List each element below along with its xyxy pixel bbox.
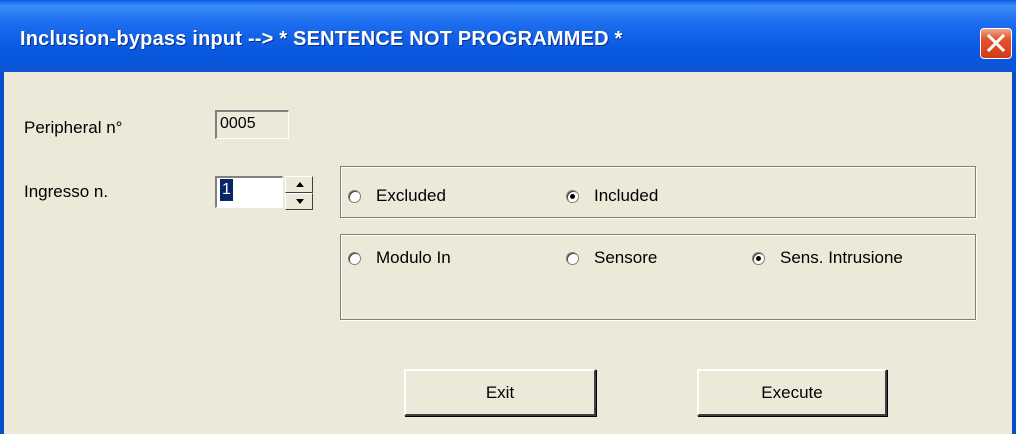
window-border-right bbox=[1012, 72, 1016, 434]
radio-modulo-in-indicator bbox=[348, 251, 361, 265]
radio-sensore-label: Sensore bbox=[594, 248, 658, 267]
radio-included-indicator bbox=[566, 189, 579, 203]
window-border-left bbox=[0, 72, 4, 434]
radio-sensore-indicator bbox=[566, 251, 579, 265]
radio-sensore[interactable]: Sensore bbox=[566, 248, 657, 268]
execute-button[interactable]: Execute bbox=[697, 369, 887, 416]
radio-modulo-in-label: Modulo In bbox=[376, 248, 451, 267]
arrow-down-icon bbox=[296, 199, 304, 204]
close-button[interactable] bbox=[980, 28, 1012, 59]
arrow-up-icon bbox=[296, 182, 304, 187]
radio-included[interactable]: Included bbox=[566, 186, 658, 206]
window-title: Inclusion-bypass input --> * SENTENCE NO… bbox=[20, 28, 623, 50]
radio-excluded-indicator bbox=[348, 189, 361, 203]
radio-sens-intrusione-indicator bbox=[752, 251, 765, 265]
input-number-label: Ingresso n. bbox=[24, 182, 109, 201]
title-bar[interactable]: Inclusion-bypass input --> * SENTENCE NO… bbox=[0, 0, 1016, 72]
spin-up-button[interactable] bbox=[285, 176, 313, 193]
radio-sens-intrusione-label: Sens. Intrusione bbox=[780, 248, 903, 267]
peripheral-value: 0005 bbox=[220, 115, 256, 132]
radio-excluded-label: Excluded bbox=[376, 186, 446, 205]
peripheral-field: 0005 bbox=[215, 110, 289, 139]
close-icon bbox=[986, 33, 1006, 53]
radio-modulo-in[interactable]: Modulo In bbox=[348, 248, 451, 268]
peripheral-label: Peripheral n° bbox=[24, 118, 123, 137]
input-number-value: 1 bbox=[220, 179, 233, 201]
input-number-field[interactable]: 1 bbox=[215, 176, 283, 208]
radio-sens-intrusione[interactable]: Sens. Intrusione bbox=[752, 248, 903, 268]
radio-included-label: Included bbox=[594, 186, 659, 205]
radio-excluded[interactable]: Excluded bbox=[348, 186, 446, 206]
exit-button-label: Exit bbox=[485, 382, 515, 402]
type-group bbox=[340, 234, 976, 320]
spin-down-button[interactable] bbox=[285, 193, 313, 210]
input-number-spinner[interactable] bbox=[285, 176, 313, 210]
execute-button-label: Execute bbox=[761, 382, 823, 402]
exit-button[interactable]: Exit bbox=[404, 369, 596, 416]
